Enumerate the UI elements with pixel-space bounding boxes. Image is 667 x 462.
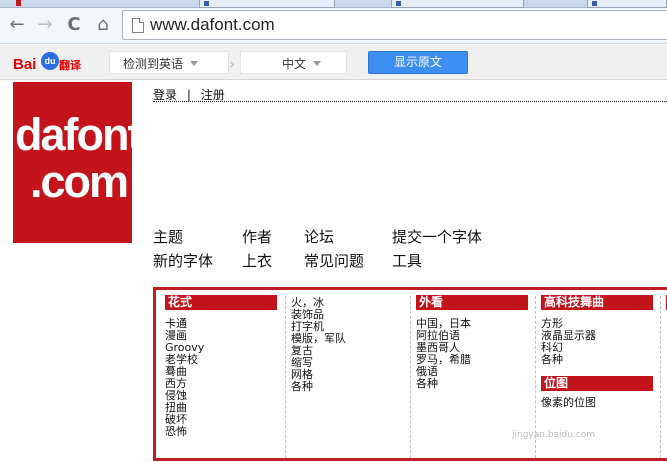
category-item[interactable]: 各种: [416, 378, 528, 390]
chevron-right-icon: ›: [229, 55, 235, 73]
nav-link-forum[interactable]: 论坛: [304, 226, 334, 247]
browser-tab[interactable]: [391, 0, 524, 8]
chevron-down-icon: [313, 61, 321, 66]
category-heading[interactable]: 外看: [416, 295, 528, 310]
watermark: jingyan.baidu.com: [512, 430, 596, 440]
category-heading[interactable]: 花式: [165, 295, 277, 310]
tab-icon: [204, 1, 209, 6]
baidu-translate-logo: Bai du 翻译: [13, 52, 83, 73]
category-list: 方形 液晶显示器 科幻 各种: [541, 318, 653, 366]
logo-text-dafont: dafont: [15, 109, 142, 160]
dafont-favicon: [16, 0, 21, 6]
category-list: 卡通 漫画 Groovy 老学校 蓦曲 西方 侵蚀 扭曲 破坏 恐怖: [165, 318, 277, 438]
baidu-translate-label: 翻译: [59, 59, 81, 72]
category-item[interactable]: 像素的位图: [541, 397, 653, 409]
logo-text-com: .com: [30, 156, 129, 207]
category-item[interactable]: 各种: [541, 354, 653, 366]
browser-tabstrip: [0, 0, 667, 8]
nav-link-submit[interactable]: 提交一个字体: [392, 226, 482, 247]
baidu-logo-text: Bai: [13, 56, 37, 73]
category-item[interactable]: 恐怖: [165, 426, 277, 438]
browser-tab[interactable]: [199, 0, 335, 8]
category-heading[interactable]: 位图: [541, 376, 653, 391]
baidu-paw-icon: du: [41, 52, 59, 70]
tab-icon: [396, 1, 401, 6]
category-item[interactable]: 各种: [291, 381, 403, 393]
category-heading[interactable]: 高科技舞曲: [541, 295, 653, 310]
nav-link-authors[interactable]: 作者: [242, 226, 272, 247]
source-language-label: 检测到英语: [123, 57, 184, 71]
dafont-logo[interactable]: dafont .com: [13, 82, 142, 243]
tab-icon: [592, 1, 597, 6]
column-divider: [660, 296, 661, 458]
column-divider: [285, 296, 286, 458]
browser-toolbar: ← → C ⌂ www.dafont.com: [0, 8, 667, 44]
divider: [153, 101, 667, 102]
auth-separator: |: [186, 87, 191, 102]
back-button[interactable]: ←: [6, 14, 28, 36]
translate-bar: Bai du 翻译 检测到英语 › 中文 显示原文: [0, 45, 667, 80]
category-column: 火，冰 装饰品 打字机 模版，军队 复古 缩写 网格 各种: [291, 297, 403, 460]
chevron-down-icon: [190, 61, 198, 66]
target-language-select[interactable]: 中文: [240, 51, 347, 74]
login-link[interactable]: 登录: [153, 88, 177, 102]
nav-link-tools[interactable]: 工具: [392, 250, 422, 271]
nav-link-top[interactable]: 上衣: [242, 250, 272, 271]
category-list: 中国，日本 阿拉伯语 墨西哥人 罗马，希腊 俄语 各种: [416, 318, 528, 390]
target-language-label: 中文: [282, 57, 307, 71]
page-icon: [132, 18, 144, 33]
register-link[interactable]: 注册: [201, 88, 225, 102]
home-button[interactable]: ⌂: [92, 14, 114, 36]
source-language-select[interactable]: 检测到英语: [109, 51, 229, 74]
nav-link-faq[interactable]: 常见问题: [304, 250, 364, 271]
forward-button[interactable]: →: [34, 14, 56, 36]
browser-tab[interactable]: [587, 0, 667, 8]
nav-link-new-fonts[interactable]: 新的字体: [153, 250, 213, 271]
address-bar[interactable]: www.dafont.com: [122, 10, 667, 40]
url-text[interactable]: www.dafont.com: [150, 15, 275, 35]
reload-button[interactable]: C: [63, 14, 85, 36]
nav-link-themes[interactable]: 主题: [153, 226, 183, 247]
category-list: 像素的位图: [541, 397, 653, 409]
show-original-button[interactable]: 显示原文: [368, 51, 468, 74]
category-column: 花式 卡通 漫画 Groovy 老学校 蓦曲 西方 侵蚀 扭曲 破坏 恐怖: [165, 295, 277, 458]
column-divider: [410, 296, 411, 458]
